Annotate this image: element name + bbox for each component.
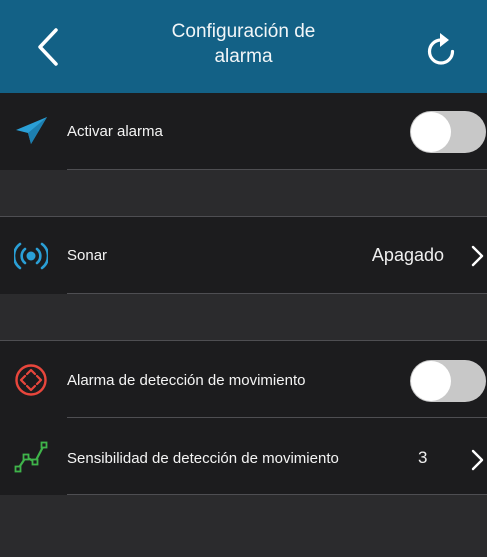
refresh-icon[interactable] [422, 29, 460, 71]
sonar-value: Apagado [371, 245, 444, 265]
chevron-left-icon[interactable] [30, 24, 70, 70]
page-title-line1: Configuración de [171, 21, 316, 42]
motion-alarm-row: Alarma de detección de movimiento [0, 341, 487, 418]
section-gap [0, 495, 487, 557]
chevron-right-icon [471, 449, 484, 471]
chevron-right-icon [471, 245, 484, 267]
line-chart-icon [14, 441, 48, 473]
motion-sensitivity-label: Sensibilidad de detección de movimiento [67, 450, 339, 467]
motion-alarm-toggle[interactable] [410, 360, 486, 402]
motion-sensitivity-row[interactable]: Sensibilidad de detección de movimiento … [0, 418, 487, 495]
section-gap [0, 170, 487, 217]
page-title-line2: alarma [214, 46, 273, 67]
activate-alarm-label: Activar alarma [67, 123, 163, 140]
paper-plane-icon [16, 117, 47, 144]
activate-alarm-row: Activar alarma [0, 93, 487, 170]
toggle-knob [411, 112, 451, 152]
motion-sensitivity-value: 3 [418, 448, 428, 467]
sound-waves-icon [14, 242, 48, 270]
sonar-label: Sonar [67, 247, 108, 264]
section-gap [0, 294, 487, 341]
app-header: Configuración de alarma [0, 0, 487, 93]
activate-alarm-toggle[interactable] [410, 111, 486, 153]
motion-target-icon [15, 364, 47, 396]
page-title: Configuración de alarma [120, 19, 367, 69]
sonar-row[interactable]: Sonar Apagado [0, 217, 487, 294]
toggle-knob [411, 361, 451, 401]
motion-alarm-label: Alarma de detección de movimiento [67, 372, 306, 389]
